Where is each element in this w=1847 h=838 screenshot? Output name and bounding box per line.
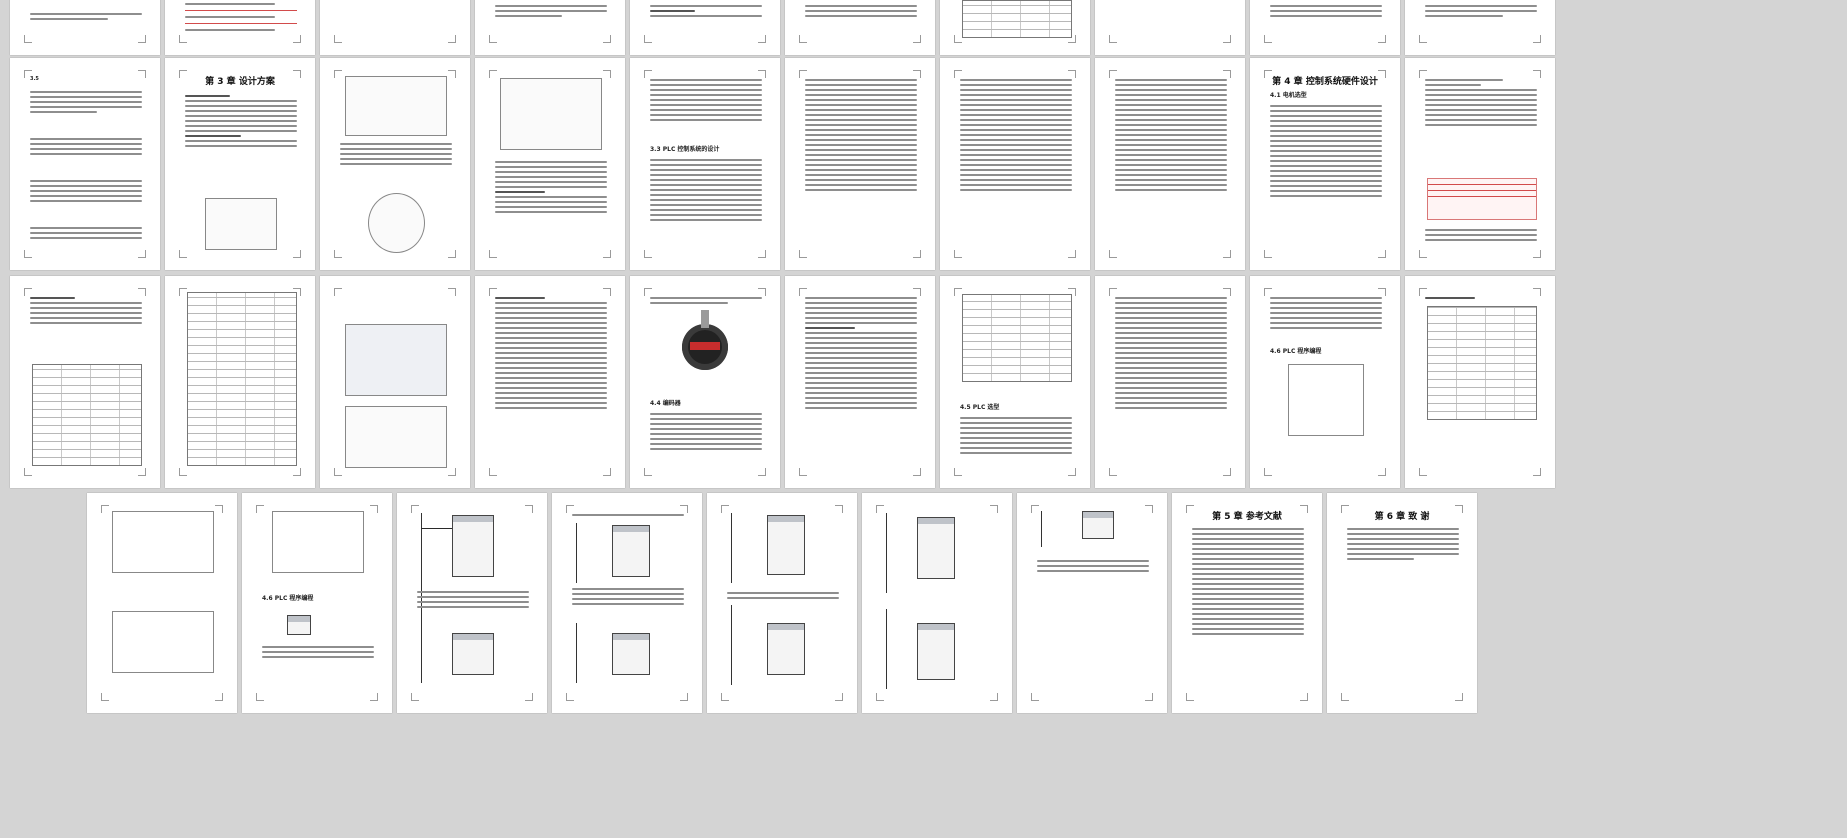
page-thumbnail[interactable]: 第 6 章 致 谢 (1327, 493, 1477, 713)
function-block (612, 633, 650, 675)
page-thumbnail[interactable] (862, 493, 1012, 713)
page-thumbnail[interactable] (940, 0, 1090, 55)
page-thumbnail[interactable] (10, 276, 160, 488)
function-block (917, 517, 955, 579)
page-thumbnail[interactable] (320, 58, 470, 270)
flowchart (1288, 364, 1364, 436)
page-thumbnail[interactable]: 第 4 章 控制系统硬件设计 4.1 电机选型 (1250, 58, 1400, 270)
figure (368, 193, 425, 253)
encoder-photo (682, 310, 728, 370)
function-block (612, 525, 650, 577)
function-block (767, 515, 805, 575)
page-thumbnail[interactable] (165, 0, 315, 55)
page-thumbnail[interactable] (1017, 493, 1167, 713)
page-thumbnail[interactable] (707, 493, 857, 713)
page-thumbnail[interactable] (10, 0, 160, 55)
page-thumbnail[interactable] (1250, 0, 1400, 55)
page-thumbnail[interactable]: 4.5 PLC 选型 (940, 276, 1090, 488)
page-thumbnail[interactable]: 4.6 PLC 程序编程 (242, 493, 392, 713)
section-heading: 4.6 PLC 程序编程 (1270, 348, 1322, 355)
page-thumbnail[interactable] (785, 276, 935, 488)
page-thumbnail[interactable] (785, 0, 935, 55)
mechanism-figure (500, 78, 602, 150)
figure (205, 198, 277, 250)
section-heading: 4.6 PLC 程序编程 (262, 595, 314, 602)
page-thumbnail[interactable] (1095, 276, 1245, 488)
function-block (1082, 511, 1114, 539)
page-thumbnail[interactable]: 第 5 章 参考文献 (1172, 493, 1322, 713)
function-block (767, 623, 805, 675)
page-thumbnail[interactable] (475, 0, 625, 55)
section-heading: 3.3 PLC 控制系统的设计 (650, 146, 720, 153)
section-heading: 4.1 电机选型 (1270, 92, 1307, 99)
wiring-diagram (112, 511, 214, 573)
page-thumbnail[interactable] (320, 276, 470, 488)
io-address-table (962, 294, 1072, 382)
page-thumbnail[interactable] (940, 58, 1090, 270)
page-thumbnail[interactable] (475, 276, 625, 488)
page-thumbnail[interactable] (475, 58, 625, 270)
page-thumbnail[interactable]: 第 3 章 设计方案 (165, 58, 315, 270)
page-thumbnail[interactable]: 3.5 (10, 58, 160, 270)
page-thumbnail[interactable] (1405, 0, 1555, 55)
wiring-diagram (112, 611, 214, 673)
machine-figure (345, 76, 447, 136)
io-table (32, 364, 142, 466)
page-thumbnail[interactable] (1405, 58, 1555, 270)
wiring-diagram (345, 324, 447, 396)
page-thumbnail[interactable] (552, 493, 702, 713)
page-thumbnail[interactable] (1095, 58, 1245, 270)
section-heading: 4.4 编码器 (650, 400, 681, 407)
page-thumbnail[interactable] (1405, 276, 1555, 488)
function-block (452, 633, 494, 675)
wiring-diagram (345, 406, 447, 468)
page-thumbnail[interactable] (320, 0, 470, 55)
parameter-table (1427, 178, 1537, 220)
page-thumbnail[interactable] (165, 276, 315, 488)
page-thumbnail[interactable] (397, 493, 547, 713)
page-thumbnail[interactable] (1095, 0, 1245, 55)
section-heading: 4.5 PLC 选型 (960, 404, 1000, 411)
address-table (1427, 306, 1537, 420)
io-table (187, 292, 297, 466)
page-thumbnail[interactable] (785, 58, 935, 270)
page-thumbnail[interactable] (630, 0, 780, 55)
function-block (452, 515, 494, 577)
page-thumbnail[interactable]: 3.3 PLC 控制系统的设计 (630, 58, 780, 270)
wiring-diagram (272, 511, 364, 573)
function-block (917, 623, 955, 680)
page-thumbnail[interactable]: 4.6 PLC 程序编程 (1250, 276, 1400, 488)
page-thumbnail[interactable]: 4.4 编码器 (630, 276, 780, 488)
page-thumbnail[interactable] (87, 493, 237, 713)
